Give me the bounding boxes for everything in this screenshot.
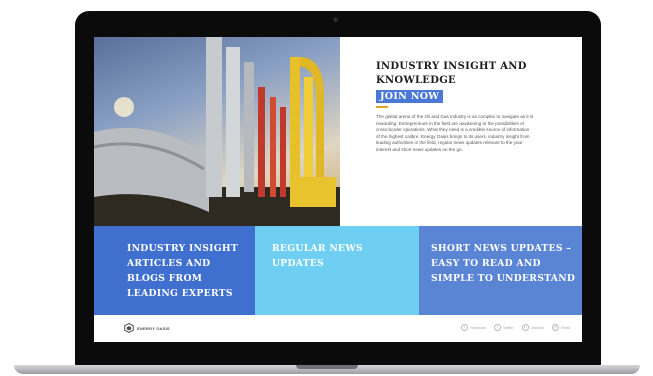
intro-title: INDUSTRY INSIGHT AND KNOWLEDGE xyxy=(376,61,527,86)
social-label: Facebook xyxy=(470,325,487,330)
website-screen: INDUSTRY INSIGHT AND KNOWLEDGE JOIN NOW … xyxy=(94,37,582,342)
social-label: Twitter xyxy=(503,325,514,330)
footer-logo[interactable]: ENERGY OASIS xyxy=(124,323,170,333)
hero-pipeline-image xyxy=(94,37,340,226)
twitter-link[interactable]: t Twitter xyxy=(494,324,514,331)
join-now-button[interactable]: JOIN NOW xyxy=(376,90,444,103)
linkedin-link[interactable]: in Linkedin xyxy=(521,324,544,331)
email-link[interactable]: @ Email xyxy=(552,324,570,331)
feature-tile-text: INDUSTRY INSIGHT ARTICLES AND BLOGS FROM… xyxy=(127,243,239,299)
feature-tile-text: SHORT NEWS UPDATES – EASY TO READ AND SI… xyxy=(431,243,576,284)
feature-tile-text: REGULAR NEWS UPDATES xyxy=(272,243,363,269)
feature-tile-regular-news[interactable]: REGULAR NEWS UPDATES xyxy=(255,226,419,315)
social-links: f Facebook t Twitter in Linkedin @ Email xyxy=(461,324,570,331)
social-label: Linkedin xyxy=(530,325,544,330)
feature-tile-insight[interactable]: INDUSTRY INSIGHT ARTICLES AND BLOGS FROM… xyxy=(94,226,255,315)
laptop-notch xyxy=(296,365,358,369)
laptop-base xyxy=(14,365,640,374)
webcam-icon xyxy=(333,17,338,22)
facebook-link[interactable]: f Facebook xyxy=(461,324,486,331)
mail-icon: @ xyxy=(552,324,559,331)
linkedin-icon: in xyxy=(521,324,529,331)
feature-tile-short-news[interactable]: SHORT NEWS UPDATES – EASY TO READ AND SI… xyxy=(419,226,582,315)
energy-oasis-logo-icon xyxy=(124,323,134,333)
logo-text: ENERGY OASIS xyxy=(137,325,170,331)
twitter-icon: t xyxy=(494,324,502,331)
intro-panel: INDUSTRY INSIGHT AND KNOWLEDGE JOIN NOW … xyxy=(340,37,582,226)
intro-body-text: The global arena of the Oil and Gas indu… xyxy=(376,114,534,152)
facebook-icon: f xyxy=(461,324,469,331)
pipeline-illustration xyxy=(94,37,340,226)
social-label: Email xyxy=(561,325,570,330)
accent-underline xyxy=(376,106,388,108)
footer: ENERGY OASIS f Facebook t Twitter in Lin… xyxy=(94,315,582,342)
